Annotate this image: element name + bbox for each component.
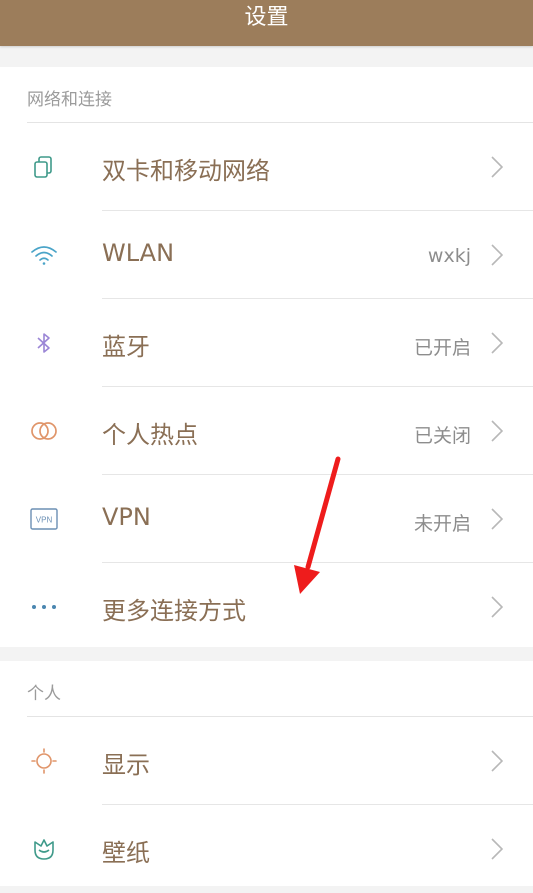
settings-item-value: 已开启 [413, 337, 471, 359]
network-connections-section: 网络和连接 双卡和移动网络 WLAN wxkj 蓝牙 已开启 个人热点 已关闭 … [0, 67, 533, 647]
section-header-network: 网络和连接 [0, 67, 533, 123]
settings-item-wallpaper[interactable]: 壁纸 [0, 805, 533, 893]
settings-item-label: VPN [102, 503, 151, 531]
chevron-right-icon [491, 420, 503, 442]
section-header-personal: 个人 [0, 661, 533, 717]
chevron-right-icon [491, 838, 503, 860]
bluetooth-icon [28, 328, 60, 358]
settings-item-value: 已关闭 [413, 425, 471, 447]
settings-item-vpn[interactable]: VPN VPN 未开启 [0, 475, 533, 563]
chevron-right-icon [491, 244, 503, 266]
settings-item-bluetooth[interactable]: 蓝牙 已开启 [0, 299, 533, 387]
settings-item-label: WLAN [102, 239, 175, 267]
chevron-right-icon [491, 332, 503, 354]
chevron-right-icon [491, 596, 503, 618]
settings-item-wlan[interactable]: WLAN wxkj [0, 211, 533, 299]
chevron-right-icon [491, 156, 503, 178]
vpn-icon: VPN [28, 504, 60, 534]
title-bar: 设置 [0, 0, 533, 46]
section-title-personal: 个人 [27, 684, 61, 704]
wifi-icon [28, 240, 60, 270]
chevron-right-icon [491, 750, 503, 772]
settings-item-more-connections[interactable]: 更多连接方式 [0, 563, 533, 651]
settings-item-label: 个人热点 [102, 421, 198, 449]
vpn-icon-text: VPN [36, 516, 53, 525]
settings-item-value: 未开启 [413, 513, 471, 535]
personal-section: 个人 显示 壁纸 [0, 661, 533, 886]
wallpaper-icon [28, 834, 60, 864]
sun-icon [28, 746, 60, 776]
chevron-right-icon [491, 508, 503, 530]
settings-item-label: 显示 [102, 751, 150, 779]
settings-item-value: wxkj [427, 245, 471, 267]
settings-item-label: 更多连接方式 [102, 597, 246, 625]
settings-item-label: 壁纸 [102, 839, 150, 867]
settings-item-dual-sim[interactable]: 双卡和移动网络 [0, 123, 533, 211]
hotspot-icon [28, 416, 60, 446]
settings-item-label: 蓝牙 [102, 333, 150, 361]
section-title-network: 网络和连接 [27, 90, 112, 110]
sim-cards-icon [28, 152, 60, 182]
settings-item-hotspot[interactable]: 个人热点 已关闭 [0, 387, 533, 475]
settings-item-display[interactable]: 显示 [0, 717, 533, 805]
more-dots-icon [28, 592, 60, 622]
settings-item-label: 双卡和移动网络 [102, 157, 270, 185]
page-title: 设置 [244, 5, 289, 30]
